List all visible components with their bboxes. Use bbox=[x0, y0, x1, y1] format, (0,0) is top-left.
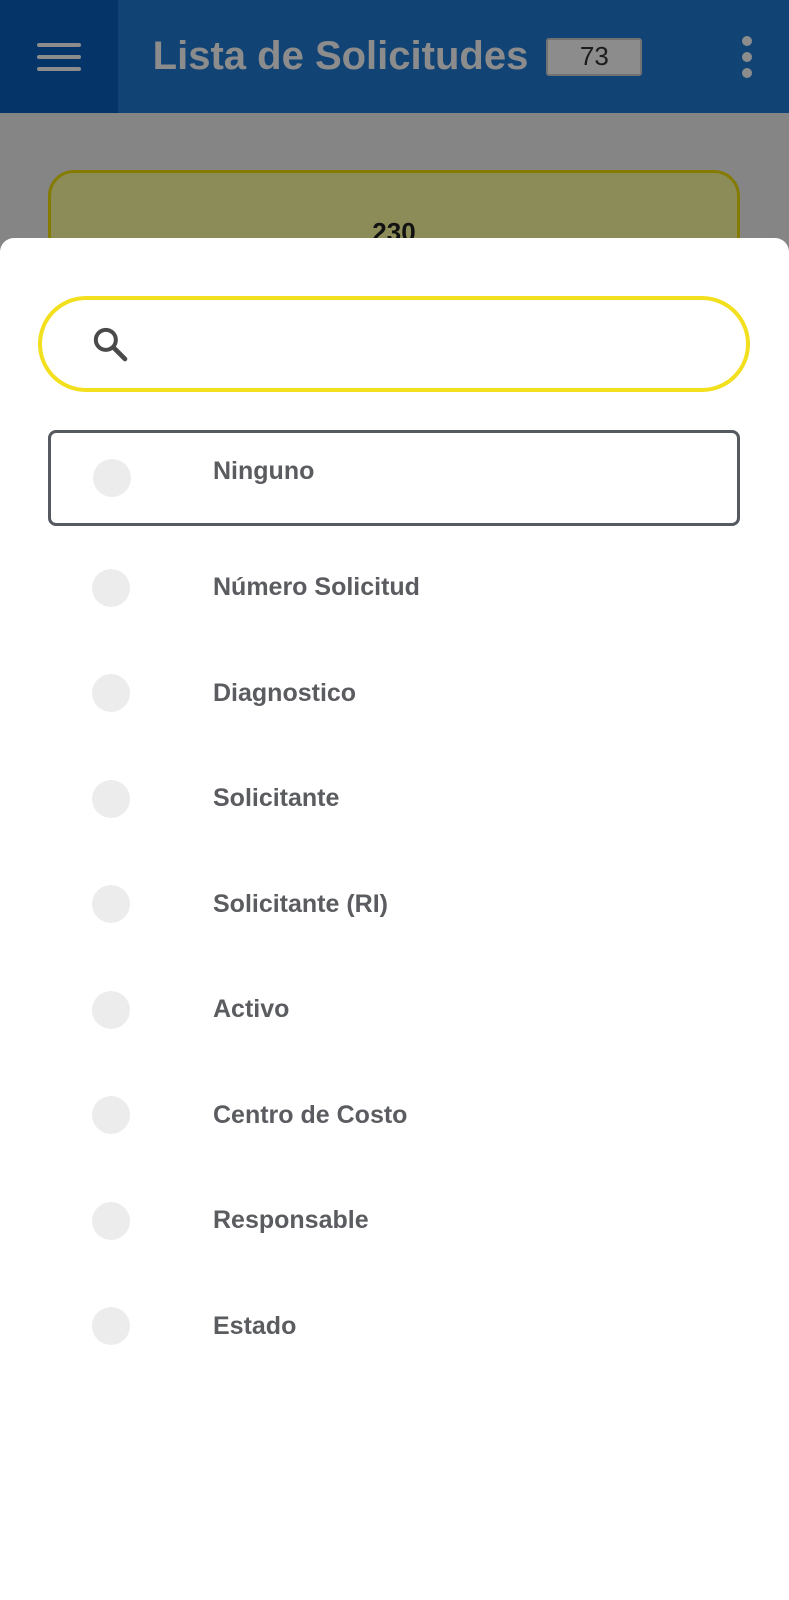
option-label: Estado bbox=[213, 1311, 297, 1340]
option-label: Solicitante (RI) bbox=[213, 889, 389, 918]
screen: Lista de Solicitudes 73 230 Ninguno Númer… bbox=[0, 0, 789, 1600]
option-item[interactable]: Solicitante (RI) bbox=[48, 852, 740, 958]
radio-button[interactable] bbox=[92, 568, 130, 607]
radio-button[interactable] bbox=[93, 459, 131, 497]
search-input[interactable] bbox=[152, 314, 716, 374]
radio-button[interactable] bbox=[92, 990, 130, 1029]
search-icon bbox=[93, 327, 128, 362]
radio-button[interactable] bbox=[92, 1307, 130, 1346]
option-item[interactable]: Solicitante bbox=[48, 746, 740, 852]
radio-button[interactable] bbox=[92, 885, 130, 924]
filter-bottom-sheet: Ninguno Número Solicitud Diagnostico Solici… bbox=[0, 238, 789, 1600]
option-item[interactable]: Responsable bbox=[48, 1168, 740, 1274]
option-list: Ninguno Número Solicitud Diagnostico Solici… bbox=[48, 430, 740, 1379]
option-label: Activo bbox=[213, 995, 290, 1024]
radio-button[interactable] bbox=[92, 1096, 130, 1135]
option-label: Centro de Costo bbox=[213, 1100, 408, 1129]
option-item[interactable]: Estado bbox=[48, 1274, 740, 1380]
radio-button[interactable] bbox=[92, 779, 130, 818]
option-item[interactable]: Diagnostico bbox=[48, 641, 740, 747]
option-label: Ninguno bbox=[213, 457, 315, 485]
option-label: Solicitante bbox=[213, 784, 340, 813]
search-box[interactable] bbox=[38, 296, 750, 392]
radio-button[interactable] bbox=[92, 674, 130, 713]
option-item[interactable]: Número Solicitud bbox=[48, 535, 740, 641]
option-label: Diagnostico bbox=[213, 678, 357, 707]
option-item[interactable]: Activo bbox=[48, 957, 740, 1063]
option-label: Número Solicitud bbox=[213, 573, 420, 602]
option-item[interactable]: Ninguno bbox=[48, 430, 740, 526]
option-item[interactable]: Centro de Costo bbox=[48, 1063, 740, 1169]
option-label: Responsable bbox=[213, 1206, 369, 1235]
radio-button[interactable] bbox=[92, 1201, 130, 1240]
